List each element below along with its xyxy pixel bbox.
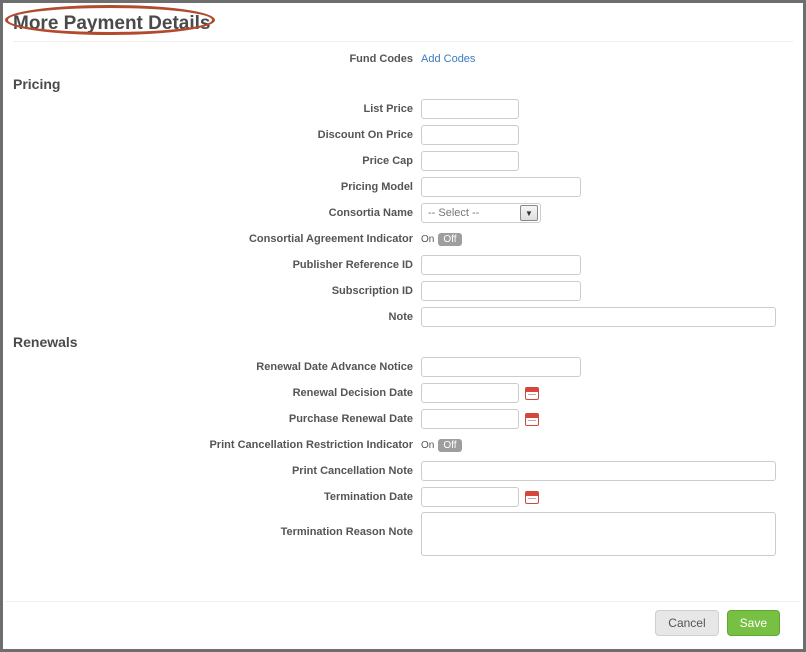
renewal-decision-date-input[interactable] [421,383,519,403]
consortia-name-placeholder: -- Select -- [428,207,479,219]
pricing-section-title: Pricing [13,76,793,92]
pricing-note-input[interactable] [421,307,776,327]
purchase-renewal-date-label: Purchase Renewal Date [13,413,421,425]
renewal-decision-date-label: Renewal Decision Date [13,387,421,399]
subscription-id-input[interactable] [421,281,581,301]
print-cancellation-note-label: Print Cancellation Note [13,465,421,477]
page-title: More Payment Details [13,13,793,42]
add-codes-link[interactable]: Add Codes [421,53,475,65]
cancel-button[interactable]: Cancel [655,610,718,636]
consortia-name-select[interactable]: -- Select -- ▼ [421,203,541,223]
consortial-agreement-indicator-label: Consortial Agreement Indicator [13,233,421,245]
consortial-agreement-toggle[interactable]: On Off [421,233,462,246]
termination-date-label: Termination Date [13,491,421,503]
print-cancellation-restriction-toggle[interactable]: On Off [421,439,462,452]
pricing-model-input[interactable] [421,177,581,197]
renewal-date-advance-notice-input[interactable] [421,357,581,377]
footer-actions: Cancel Save [6,601,800,646]
purchase-renewal-date-input[interactable] [421,409,519,429]
toggle-on-text: On [421,234,434,245]
termination-date-input[interactable] [421,487,519,507]
discount-on-price-label: Discount On Price [13,129,421,141]
toggle-off-text: Off [438,439,461,452]
discount-on-price-input[interactable] [421,125,519,145]
list-price-label: List Price [13,103,421,115]
consortia-name-label: Consortia Name [13,207,421,219]
subscription-id-label: Subscription ID [13,285,421,297]
calendar-icon[interactable] [525,387,539,400]
publisher-reference-id-input[interactable] [421,255,581,275]
fund-codes-row: Fund Codes Add Codes [13,48,793,70]
chevron-down-icon: ▼ [520,205,538,221]
list-price-input[interactable] [421,99,519,119]
calendar-icon[interactable] [525,413,539,426]
print-cancellation-note-input[interactable] [421,461,776,481]
publisher-reference-id-label: Publisher Reference ID [13,259,421,271]
calendar-icon[interactable] [525,491,539,504]
fund-codes-label: Fund Codes [13,53,421,65]
termination-reason-note-label: Termination Reason Note [13,512,421,538]
pricing-note-label: Note [13,311,421,323]
save-button[interactable]: Save [727,610,780,636]
price-cap-input[interactable] [421,151,519,171]
toggle-off-text: Off [438,233,461,246]
print-cancellation-restriction-indicator-label: Print Cancellation Restriction Indicator [13,439,421,451]
price-cap-label: Price Cap [13,155,421,167]
pricing-model-label: Pricing Model [13,181,421,193]
renewal-date-advance-notice-label: Renewal Date Advance Notice [13,361,421,373]
termination-reason-note-textarea[interactable] [421,512,776,556]
renewals-section-title: Renewals [13,334,793,350]
toggle-on-text: On [421,440,434,451]
